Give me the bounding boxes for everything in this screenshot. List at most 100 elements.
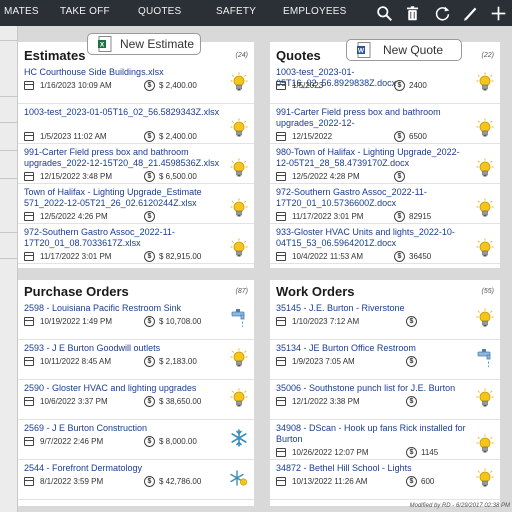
item-date: 10/4/2022 11:53 AM: [292, 252, 364, 261]
tab-employees[interactable]: EMPLOYEES: [283, 6, 347, 17]
strip-divider: [0, 122, 18, 123]
item-meta: 1/5/2023 $2400: [276, 80, 470, 92]
item-date: 12/15/2022 3:48 PM: [40, 172, 113, 181]
item-title-link[interactable]: HC Courthouse Side Buildings.xlsx: [24, 67, 224, 78]
item-amount: $ 82,915.00: [159, 252, 202, 261]
tab-quotes[interactable]: QUOTES: [138, 6, 181, 17]
list-item[interactable]: 2590 - Gloster HVAC and lighting upgrade…: [18, 380, 254, 420]
list-item[interactable]: 2598 - Louisiana Pacific Restroom Sink 10…: [18, 300, 254, 340]
calendar-icon: [276, 397, 286, 406]
dollar-icon: $: [144, 131, 155, 142]
quotes-count: (22): [481, 52, 494, 59]
faucet-icon: [476, 348, 494, 368]
calendar-icon: [24, 81, 34, 90]
item-title-link[interactable]: 1003-test_2023-01-05T16_02_56.5829343Z.x…: [24, 107, 224, 129]
list-item[interactable]: HC Courthouse Side Buildings.xlsx 1/16/20…: [18, 64, 254, 104]
strip-divider: [0, 258, 18, 259]
item-meta: 12/15/2022 $6500: [276, 131, 470, 143]
item-date: 1/5/2023: [292, 81, 324, 90]
estimates-title: Estimates: [24, 48, 86, 63]
list-item[interactable]: 34872 - Bethel Hill School - Lights 10/13…: [270, 460, 500, 500]
calendar-icon: [276, 357, 286, 366]
lightbulb-icon: [476, 158, 494, 178]
top-nav-bar: MATES TAKE OFF QUOTES SAFETY EMPLOYEES: [0, 0, 512, 26]
calendar-icon: [24, 317, 34, 326]
item-date: 12/5/2022 4:26 PM: [40, 212, 108, 221]
list-item[interactable]: 1003-test_2023-01-05T16_02_56.5829343Z.x…: [18, 104, 254, 144]
dollar-icon: $: [144, 476, 155, 487]
svg-text:X: X: [100, 42, 105, 49]
item-title-link[interactable]: 2569 - J E Burton Construction: [24, 423, 224, 434]
list-item[interactable]: 991-Carter Field press box and bathroom …: [270, 104, 500, 144]
calendar-icon: [24, 172, 34, 181]
snowflake-icon: [230, 428, 248, 448]
list-item[interactable]: 991-Carter Field press box and bathroom …: [18, 144, 254, 184]
trash-icon[interactable]: [402, 3, 422, 23]
list-item[interactable]: 35134 - JE Burton Office Restroom 1/9/202…: [270, 340, 500, 380]
item-amount: $ 6,500.00: [159, 172, 197, 181]
dollar-icon: $: [394, 131, 405, 142]
estimates-count: (24): [235, 52, 248, 59]
dollar-icon: $: [144, 356, 155, 367]
item-title-link[interactable]: 34872 - Bethel Hill School - Lights: [276, 463, 470, 474]
calendar-icon: [24, 212, 34, 221]
item-amount: 1145: [421, 448, 439, 457]
dollar-icon: $: [394, 251, 405, 262]
list-item[interactable]: 35145 - J.E. Burton - Riverstone 1/10/202…: [270, 300, 500, 340]
left-side-strip: [0, 26, 18, 512]
item-title-link[interactable]: 35145 - J.E. Burton - Riverstone: [276, 303, 470, 314]
item-title-link[interactable]: 991-Carter Field press box and bathroom …: [276, 107, 470, 129]
list-item[interactable]: 2544 - Forefront Dermatology 8/1/2022 3:5…: [18, 460, 254, 500]
list-item[interactable]: 1003-test_2023-01-05T16_02_56.8929838Z.d…: [270, 64, 500, 104]
item-date: 9/7/2022 2:46 PM: [40, 437, 104, 446]
list-item[interactable]: 980-Town of Halifax - Lighting Upgrade_2…: [270, 144, 500, 184]
item-date: 10/19/2022 1:49 PM: [40, 317, 113, 326]
search-icon[interactable]: [374, 3, 394, 23]
item-meta: 1/16/2023 10:09 AM $ $ 2,400.00: [24, 80, 224, 92]
lightbulb-icon: [230, 238, 248, 258]
refresh-icon[interactable]: [432, 3, 452, 23]
lightbulb-icon: [230, 388, 248, 408]
item-title-link[interactable]: 972-Southern Gastro Assoc_2022-11-17T20_…: [276, 187, 470, 209]
item-title-link[interactable]: 35134 - JE Burton Office Restroom: [276, 343, 470, 354]
item-title-link[interactable]: Town of Halifax - Lighting Upgrade_Estim…: [24, 187, 224, 209]
item-title-link[interactable]: 34908 - DScan - Hook up fans Rick instal…: [276, 423, 470, 445]
purchase-orders-panel: Purchase Orders (87) 2598 - Louisiana Pa…: [18, 280, 254, 506]
new-estimate-label: New Estimate: [120, 37, 195, 51]
item-title-link[interactable]: 2593 - J E Burton Goodwill outlets: [24, 343, 224, 354]
new-estimate-button[interactable]: X New Estimate: [87, 33, 201, 55]
list-item[interactable]: 972-Southern Gastro Assoc_2022-11-17T20_…: [270, 184, 500, 224]
item-meta: 10/13/2022 11:26 AM $600: [276, 476, 470, 488]
list-item[interactable]: 34908 - DScan - Hook up fans Rick instal…: [270, 420, 500, 460]
item-title-link[interactable]: 980-Town of Halifax - Lighting Upgrade_2…: [276, 147, 470, 169]
item-date: 12/5/2022 4:28 PM: [292, 172, 360, 181]
new-quote-button[interactable]: W New Quote: [346, 39, 462, 61]
work-orders-count: (55): [481, 288, 494, 295]
plus-icon[interactable]: [488, 3, 508, 23]
item-title-link[interactable]: 972-Southern Gastro Assoc_2022-11-17T20_…: [24, 227, 224, 249]
tab-take-off[interactable]: TAKE OFF: [60, 6, 110, 17]
list-item[interactable]: 2569 - J E Burton Construction 9/7/2022 2…: [18, 420, 254, 460]
item-title-link[interactable]: 2544 - Forefront Dermatology: [24, 463, 224, 474]
tab-estimates[interactable]: MATES: [4, 6, 39, 17]
strip-divider: [0, 40, 18, 41]
item-title-link[interactable]: 2590 - Gloster HVAC and lighting upgrade…: [24, 383, 224, 394]
list-item[interactable]: 2593 - J E Burton Goodwill outlets 10/11/…: [18, 340, 254, 380]
pencil-icon[interactable]: [460, 3, 480, 23]
list-item[interactable]: 972-Southern Gastro Assoc_2022-11-17T20_…: [18, 224, 254, 264]
item-meta: 12/15/2022 3:48 PM $ $ 6,500.00: [24, 171, 224, 183]
tab-safety[interactable]: SAFETY: [216, 6, 256, 17]
item-title-link[interactable]: 2598 - Louisiana Pacific Restroom Sink: [24, 303, 224, 314]
lightbulb-icon: [230, 72, 248, 92]
item-title-link[interactable]: 933-Gloster HVAC Units and lights_2022-1…: [276, 227, 470, 249]
list-item[interactable]: 35006 - Southstone punch list for J.E. B…: [270, 380, 500, 420]
item-title-link[interactable]: 35006 - Southstone punch list for J.E. B…: [276, 383, 470, 394]
list-item[interactable]: 933-Gloster HVAC Units and lights_2022-1…: [270, 224, 500, 264]
item-amount: $ 42,786.00: [159, 477, 202, 486]
item-date: 12/15/2022: [292, 132, 333, 141]
calendar-icon: [276, 172, 286, 181]
item-title-link[interactable]: 991-Carter Field press box and bathroom …: [24, 147, 224, 169]
list-item[interactable]: Town of Halifax - Lighting Upgrade_Estim…: [18, 184, 254, 224]
item-amount: $ 2,183.00: [159, 357, 197, 366]
svg-text:W: W: [358, 48, 365, 55]
